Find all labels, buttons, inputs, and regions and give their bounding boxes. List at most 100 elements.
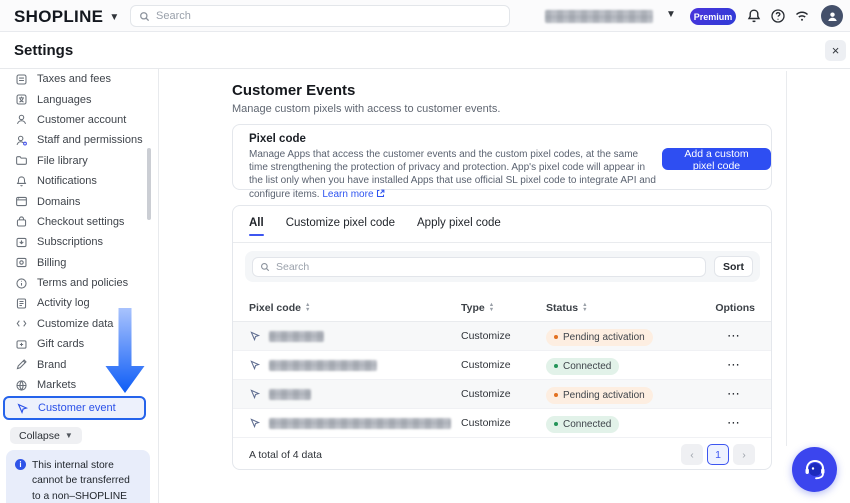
user-icon	[15, 113, 28, 126]
sidebar-item-billing[interactable]: Billing	[0, 253, 158, 273]
sidebar-item-notifications[interactable]: Notifications	[0, 171, 158, 191]
sidebar-item-terms-and-policies[interactable]: Terms and policies	[0, 273, 158, 293]
shopline-logo-text: SHOPLINE	[14, 7, 103, 26]
store-name-redacted	[545, 10, 653, 23]
pixel-list-card: All Customize pixel code Apply pixel cod…	[232, 205, 772, 470]
settings-header: Settings ×	[0, 32, 850, 69]
shopline-logo[interactable]: SHOPLINE▼	[14, 7, 120, 27]
column-options: Options	[715, 302, 755, 314]
column-status[interactable]: Status▲▼	[546, 302, 698, 314]
sidebar-item-domains[interactable]: Domains	[0, 191, 158, 211]
sidebar-item-customize-data[interactable]: Customize data	[0, 314, 158, 334]
tab-customize-pixel-code[interactable]: Customize pixel code	[286, 217, 395, 236]
total-count: A total of 4 data	[249, 449, 322, 461]
close-settings-button[interactable]: ×	[825, 40, 846, 61]
global-search-input[interactable]: Search	[130, 5, 510, 27]
sidebar-item-gift-cards[interactable]: Gift cards	[0, 334, 158, 354]
pixel-code-card: Pixel code Manage Apps that access the c…	[232, 124, 772, 190]
sidebar-item-file-library[interactable]: File library	[0, 151, 158, 171]
notifications-bell-icon[interactable]	[746, 8, 762, 24]
sidebar-item-customer-account[interactable]: Customer account	[0, 110, 158, 130]
settings-sidebar: Taxes and fees Languages Customer accoun…	[0, 69, 158, 503]
close-icon: ×	[832, 43, 840, 58]
table-row[interactable]: Customize Connected ⋯	[233, 409, 771, 438]
search-icon	[260, 262, 270, 272]
table-row[interactable]: Customize Connected ⋯	[233, 351, 771, 380]
learn-more-link[interactable]: Learn more	[322, 189, 373, 200]
row-options-button[interactable]: ⋯	[727, 415, 755, 431]
row-type: Customize	[461, 330, 546, 342]
sidebar-item-customer-event[interactable]: Customer event	[3, 396, 146, 420]
row-options-button[interactable]: ⋯	[727, 357, 755, 373]
add-custom-pixel-code-button[interactable]: Add a custom pixel code	[662, 148, 771, 170]
sidebar-item-staff-and-permissions[interactable]: Staff and permissions	[0, 130, 158, 150]
sort-icon: ▲▼	[305, 303, 310, 312]
sidebar-item-languages[interactable]: Languages	[0, 89, 158, 109]
premium-badge[interactable]: Premium	[690, 8, 736, 25]
list-toolbar: Search Sort	[245, 251, 760, 282]
bell-icon	[15, 175, 28, 188]
chevron-left-icon: ‹	[690, 449, 694, 461]
table-footer: A total of 4 data ‹ 1 ›	[233, 438, 771, 471]
settings-nav: Taxes and fees Languages Customer accoun…	[0, 69, 158, 421]
next-page-button[interactable]: ›	[733, 444, 755, 465]
store-chevron-down-icon[interactable]: ▼	[666, 9, 676, 20]
subscription-icon	[15, 236, 28, 249]
collapse-button[interactable]: Collapse▼	[10, 427, 82, 444]
row-options-button[interactable]: ⋯	[727, 328, 755, 344]
wifi-icon[interactable]	[794, 8, 810, 24]
pixel-icon	[249, 417, 261, 429]
settings-page-title: Settings	[14, 42, 73, 59]
user-icon	[826, 10, 839, 23]
pixel-icon	[249, 388, 261, 400]
sidebar-item-checkout-settings[interactable]: Checkout settings	[0, 212, 158, 232]
shopline-admin-window: SHOPLINE▼ Search ▼ Premium Settings × Ta…	[0, 0, 850, 503]
receipt-icon	[15, 73, 28, 86]
pixel-search-input[interactable]: Search	[252, 257, 706, 277]
status-dot-icon	[554, 335, 558, 339]
sort-button[interactable]: Sort	[714, 256, 753, 277]
external-link-icon	[376, 189, 385, 198]
row-options-button[interactable]: ⋯	[727, 386, 755, 402]
pixel-tabs: All Customize pixel code Apply pixel cod…	[249, 217, 501, 236]
info-icon	[15, 277, 28, 290]
pixel-icon	[16, 402, 29, 415]
status-dot-icon	[554, 364, 558, 368]
tab-all[interactable]: All	[249, 217, 264, 236]
row-type: Customize	[461, 388, 546, 400]
column-pixel-code[interactable]: Pixel code▲▼	[249, 302, 461, 314]
sidebar-item-subscriptions[interactable]: Subscriptions	[0, 232, 158, 252]
pixel-name-redacted	[269, 331, 324, 342]
top-bar: SHOPLINE▼ Search ▼ Premium	[0, 0, 850, 32]
prev-page-button[interactable]: ‹	[681, 444, 703, 465]
sidebar-item-activity-log[interactable]: Activity log	[0, 293, 158, 313]
code-icon	[15, 317, 28, 330]
status-dot-icon	[554, 422, 558, 426]
tab-apply-pixel-code[interactable]: Apply pixel code	[417, 217, 501, 236]
search-icon	[139, 11, 150, 22]
pixel-name-redacted	[269, 360, 377, 371]
support-chat-button[interactable]	[792, 447, 837, 492]
page-1-button[interactable]: 1	[707, 444, 729, 465]
pixel-code-card-description: Manage Apps that access the customer eve…	[249, 148, 657, 201]
tabs-divider	[233, 242, 771, 243]
chevron-down-icon: ▼	[65, 431, 73, 440]
browser-icon	[15, 195, 28, 208]
sidebar-scrollbar[interactable]	[147, 148, 151, 220]
gift-card-icon	[15, 338, 28, 351]
column-type[interactable]: Type▲▼	[461, 302, 546, 314]
customer-events-panel: Customer Events Manage custom pixels wit…	[159, 69, 850, 503]
account-avatar[interactable]	[821, 5, 843, 27]
table-row[interactable]: Customize Pending activation ⋯	[233, 380, 771, 409]
sidebar-item-brand[interactable]: Brand	[0, 354, 158, 374]
sidebar-item-taxes-and-fees[interactable]: Taxes and fees	[0, 69, 158, 89]
help-icon[interactable]	[770, 8, 786, 24]
sidebar-item-markets[interactable]: Markets	[0, 375, 158, 395]
content-scroll-rail[interactable]	[786, 71, 787, 446]
pagination: ‹ 1 ›	[681, 444, 755, 465]
pixel-name-redacted	[269, 389, 311, 400]
table-row[interactable]: Customize Pending activation ⋯	[233, 322, 771, 351]
pixel-icon	[249, 330, 261, 342]
status-badge: Pending activation	[546, 329, 653, 346]
row-type: Customize	[461, 417, 546, 429]
